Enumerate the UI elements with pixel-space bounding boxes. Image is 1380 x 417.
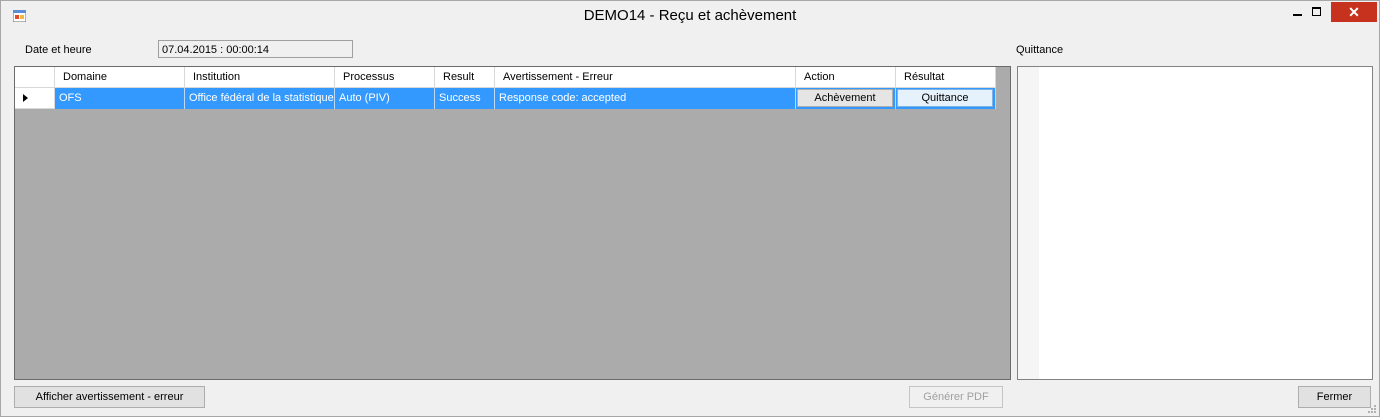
main-window: DEMO14 - Reçu et achèvement ✕ Date et he… — [0, 0, 1380, 417]
column-header-domaine[interactable]: Domaine — [55, 67, 185, 88]
maximize-icon — [1312, 7, 1321, 16]
cell-result[interactable]: Success — [435, 88, 495, 109]
generate-pdf-button[interactable]: Générer PDF — [909, 386, 1003, 408]
column-header-action[interactable]: Action — [796, 67, 896, 88]
datetime-label: Date et heure — [25, 44, 92, 56]
results-grid[interactable]: Domaine Institution Processus Result Ave… — [14, 66, 1011, 380]
row-header[interactable] — [15, 88, 55, 109]
quittance-viewer[interactable] — [1017, 66, 1373, 380]
maximize-button[interactable] — [1304, 2, 1330, 22]
column-header-processus[interactable]: Processus — [335, 67, 435, 88]
resize-grip-icon[interactable] — [1368, 405, 1376, 413]
close-icon: ✕ — [1348, 4, 1360, 20]
cell-processus[interactable]: Auto (PIV) — [335, 88, 435, 109]
column-header-resultat[interactable]: Résultat — [896, 67, 996, 88]
column-header-avertissement[interactable]: Avertissement - Erreur — [495, 67, 796, 88]
cell-action: Achèvement — [796, 88, 896, 109]
grid-header: Domaine Institution Processus Result Ave… — [15, 67, 996, 88]
current-row-arrow-icon — [23, 94, 28, 102]
minimize-icon — [1293, 14, 1302, 16]
quittance-viewer-margin — [1018, 67, 1039, 379]
cell-domaine[interactable]: OFS — [55, 88, 185, 109]
cell-resultat: Quittance — [896, 88, 996, 109]
table-row[interactable]: OFS Office fédéral de la statistique Aut… — [15, 88, 996, 109]
title-bar[interactable]: DEMO14 - Reçu et achèvement ✕ — [1, 1, 1379, 32]
cell-avertissement[interactable]: Response code: accepted — [495, 88, 796, 109]
window-title: DEMO14 - Reçu et achèvement — [583, 7, 797, 24]
quittance-button[interactable]: Quittance — [897, 89, 993, 107]
close-window-button[interactable]: ✕ — [1331, 2, 1377, 22]
quittance-label: Quittance — [1016, 44, 1064, 56]
achevement-button[interactable]: Achèvement — [797, 89, 893, 107]
row-header-corner — [15, 67, 55, 88]
close-button[interactable]: Fermer — [1298, 386, 1371, 408]
show-warning-button[interactable]: Afficher avertissement - erreur — [14, 386, 205, 408]
cell-institution[interactable]: Office fédéral de la statistique — [185, 88, 335, 109]
column-header-result[interactable]: Result — [435, 67, 495, 88]
datetime-field[interactable]: 07.04.2015 : 00:00:14 — [158, 40, 353, 58]
column-header-institution[interactable]: Institution — [185, 67, 335, 88]
